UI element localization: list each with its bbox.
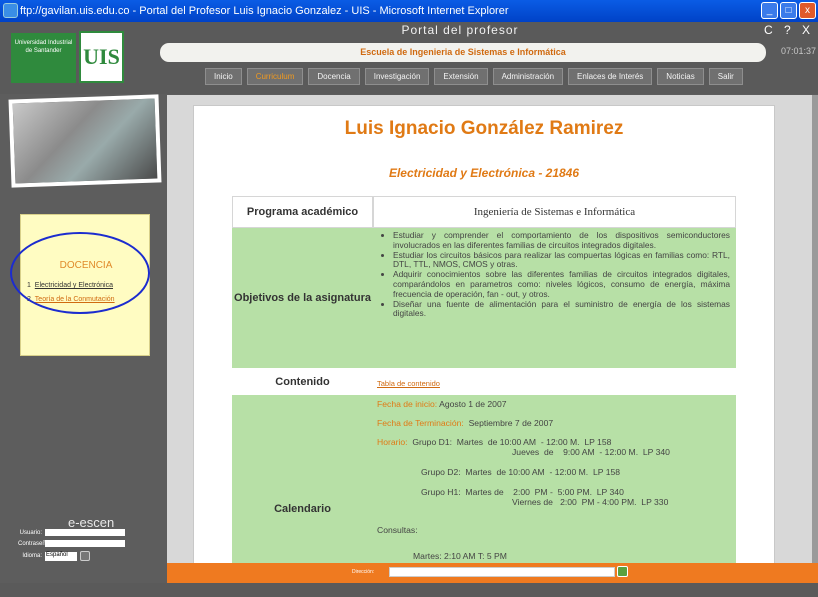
- annotation-circle: [10, 232, 150, 314]
- close-button[interactable]: x: [799, 2, 816, 19]
- header-icons[interactable]: C ? X: [764, 23, 814, 37]
- footer: [0, 583, 818, 597]
- language-select[interactable]: Español: [45, 551, 77, 561]
- calendario-value: Fecha de inicio: Agosto 1 de 2007 Fecha …: [373, 395, 736, 563]
- objetivos-label: Objetivos de la asignatura: [232, 228, 373, 368]
- university-logo-text: Universidad Industrial de Santander: [11, 33, 76, 83]
- main-nav: Inicio Curriculum Docencia Investigación…: [205, 68, 743, 85]
- password-input[interactable]: [45, 540, 125, 547]
- login-go-button[interactable]: [80, 551, 90, 561]
- school-name: Escuela de Ingenieria de Sistemas e Info…: [160, 43, 766, 62]
- username-input[interactable]: [45, 529, 125, 536]
- ie-icon: [3, 3, 18, 18]
- uis-logo: UIS: [79, 31, 124, 83]
- nav-administracion[interactable]: Administración: [492, 68, 564, 85]
- window-titlebar: ftp://gavilan.uis.edu.co - Portal del Pr…: [0, 0, 818, 22]
- calendario-label: Calendario: [232, 395, 373, 563]
- nav-salir[interactable]: Salir: [708, 68, 743, 85]
- portal-title: Portal del profesor: [401, 23, 519, 37]
- vertical-scrollbar[interactable]: [812, 95, 818, 563]
- direccion-label: Dirección:: [352, 569, 375, 575]
- login-panel: e-escen Usuario: Contraseña: Idioma: Esp…: [18, 515, 148, 565]
- contenido-label: Contenido: [232, 368, 373, 395]
- nav-curriculum[interactable]: Curriculum: [246, 68, 304, 85]
- objetivos-value: Estudiar y comprender el comportamiento …: [373, 228, 736, 368]
- direccion-go-button[interactable]: [617, 566, 628, 577]
- address-bar: Dirección:: [167, 563, 818, 583]
- minimize-button[interactable]: _: [761, 2, 778, 19]
- nav-investigacion[interactable]: Investigación: [364, 68, 430, 85]
- nav-inicio[interactable]: Inicio: [205, 68, 242, 85]
- window-title: ftp://gavilan.uis.edu.co - Portal del Pr…: [20, 5, 509, 17]
- programa-label: Programa académico: [232, 196, 373, 228]
- nav-noticias[interactable]: Noticias: [657, 68, 704, 85]
- programa-value: Ingeniería de Sistemas e Informática: [373, 196, 736, 228]
- escen-logo: e-escen: [68, 515, 115, 530]
- professor-name: Luis Ignacio González Ramirez: [344, 118, 624, 139]
- portal-header: Universidad Industrial de Santander UIS …: [0, 22, 818, 94]
- direccion-input[interactable]: [389, 567, 615, 577]
- browser-window: ftp://gavilan.uis.edu.co - Portal del Pr…: [0, 0, 818, 597]
- clock: 07:01:37: [780, 46, 816, 56]
- professor-photo: [8, 94, 162, 188]
- maximize-button[interactable]: □: [780, 2, 797, 19]
- nav-docencia[interactable]: Docencia: [308, 68, 360, 85]
- tabla-contenido-link[interactable]: Tabla de contenido: [377, 379, 440, 388]
- course-title: Electricidad y Electrónica - 21846: [388, 166, 580, 180]
- window-controls: _ □ x: [761, 2, 816, 19]
- nav-enlaces[interactable]: Enlaces de Interés: [568, 68, 653, 85]
- nav-extension[interactable]: Extensión: [434, 68, 488, 85]
